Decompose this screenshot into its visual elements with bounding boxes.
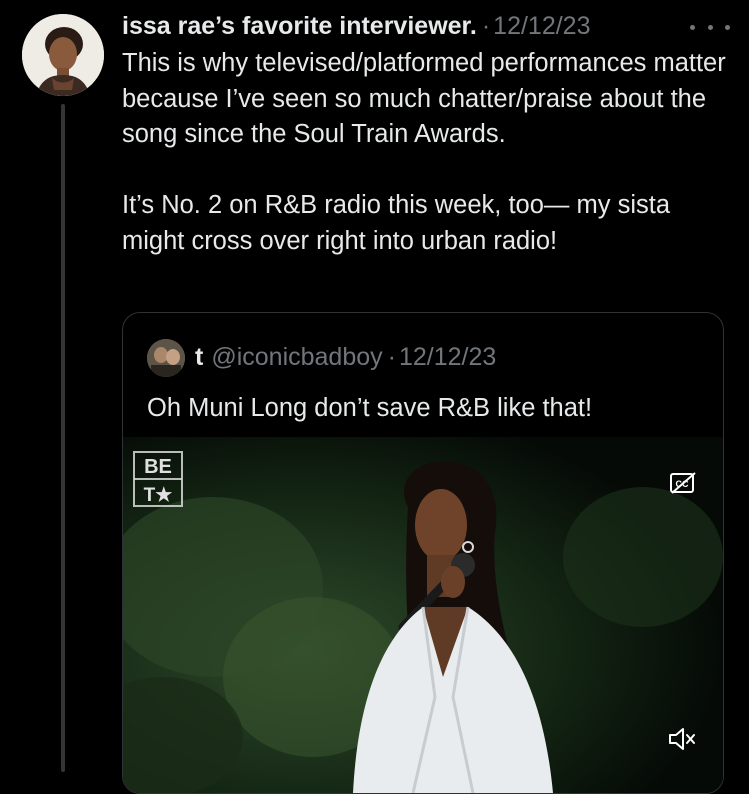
tweet-paragraph: It’s No. 2 on R&B radio this week, too— … [122, 191, 671, 255]
tweet-date[interactable]: 12/12/23 [493, 12, 590, 41]
speaker-muted-glyph [669, 728, 695, 750]
more-dot-icon [690, 24, 695, 30]
bet-logo-line-1: BE [144, 456, 172, 478]
avatar-photo-icon [22, 14, 104, 96]
video-player[interactable]: BE T★ CC [123, 437, 723, 793]
closed-captions-glyph: CC [670, 472, 696, 494]
more-dot-icon [725, 24, 730, 30]
quote-avatar-photo-icon [147, 339, 185, 377]
video-frame [123, 437, 723, 793]
header-separator: · [481, 11, 491, 40]
quote-separator: · [387, 342, 396, 371]
more-dot-icon [707, 24, 713, 30]
closed-captions-icon[interactable]: CC [669, 471, 697, 495]
quote-avatar[interactable] [147, 339, 185, 377]
quote-tweet-card[interactable]: t @iconicbadboy · 12/12/23 Oh Muni Long … [122, 312, 724, 794]
tweet-text: This is why televised/platformed perform… [122, 46, 737, 259]
quote-author-name[interactable]: t [195, 343, 203, 372]
quote-header: t @iconicbadboy · 12/12/23 [195, 341, 496, 373]
speaker-muted-icon[interactable] [667, 725, 697, 753]
tweet-header: issa rae’s favorite interviewer. · 12/12… [122, 10, 591, 42]
bet-logo-line-2: T★ [144, 485, 173, 506]
author-name[interactable]: issa rae’s favorite interviewer. [122, 12, 477, 41]
avatar[interactable] [22, 14, 104, 96]
tweet-paragraph: This is why televised/platformed perform… [122, 49, 726, 148]
bet-logo-icon: BE T★ [133, 451, 183, 507]
more-options-button[interactable] [690, 20, 730, 34]
quote-text: Oh Muni Long don’t save R&B like that! [147, 394, 593, 422]
quote-date[interactable]: 12/12/23 [399, 343, 496, 372]
bet-logo: BE T★ [133, 451, 183, 507]
quote-author-handle[interactable]: @iconicbadboy [211, 343, 382, 372]
thread-line [61, 104, 65, 772]
